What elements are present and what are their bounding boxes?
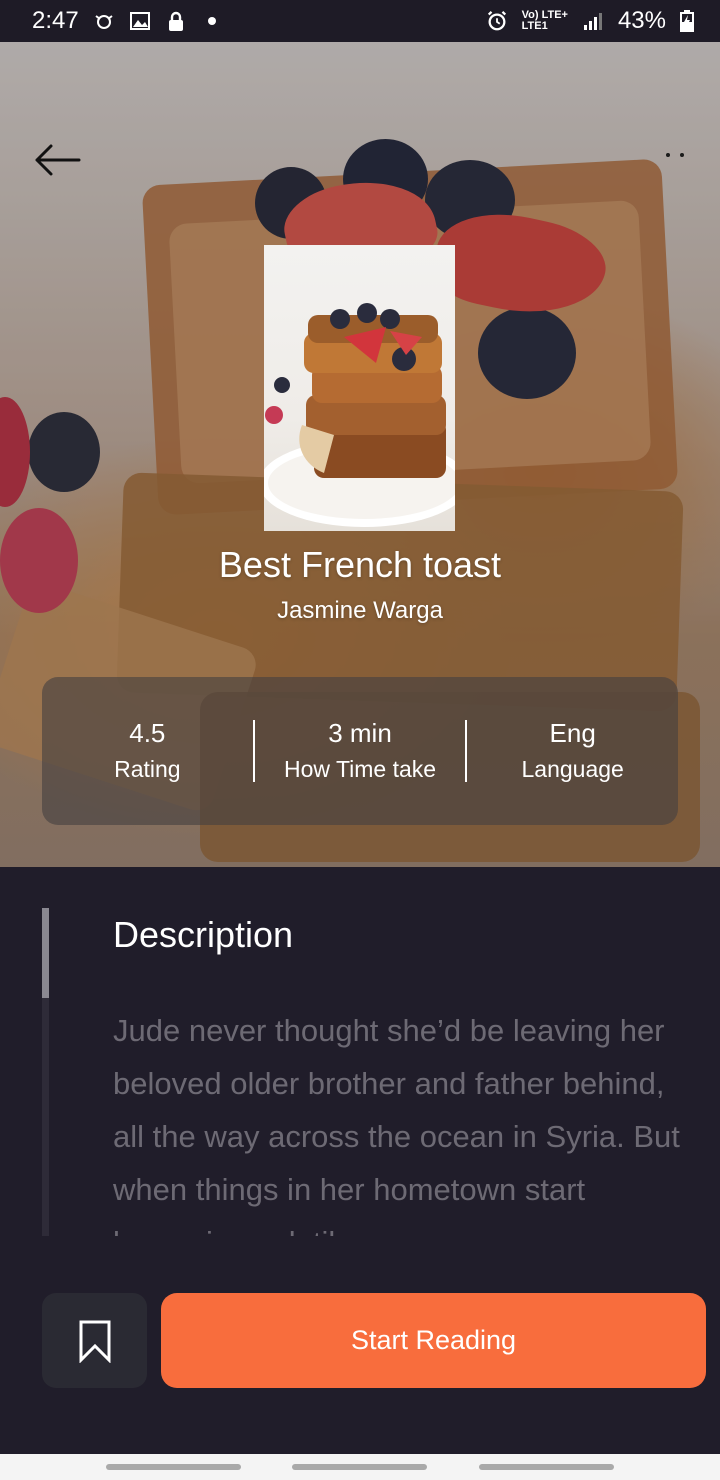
status-time: 2:47 [32,7,79,34]
nav-recent-button[interactable] [105,1464,241,1470]
arrow-left-icon [35,144,81,176]
dot-icon [207,17,216,25]
description-text: Jude never thought she’d be leaving her … [113,1013,680,1236]
description-scroll-area[interactable]: Jude never thought she’d be leaving her … [113,1004,693,1236]
gallery-icon [129,12,150,30]
status-bar: 2:47 Vo) LTE+ LTE1 43% [0,0,720,42]
stat-label: Rating [114,756,181,782]
book-cover-image [264,303,455,527]
network-indicator: Vo) LTE+ LTE1 [522,10,568,32]
battery-icon [680,10,694,32]
bookmark-button[interactable] [42,1293,147,1388]
back-button[interactable] [30,140,84,180]
hero-background: Best French toast Jasmine Warga 4.5 Rati… [0,42,720,867]
description-scrollbar[interactable] [42,908,49,1236]
nav-home-button[interactable] [292,1464,428,1470]
bookmark-icon [79,1320,110,1363]
stat-language: Eng Language [467,717,678,785]
system-nav-bar [0,1454,720,1480]
signal-icon [583,13,602,30]
book-detail-screen: 2:47 Vo) LTE+ LTE1 43% Best French toast… [0,0,720,1480]
stat-value: 4.5 [129,718,166,748]
book-author: Jasmine Warga [277,597,443,624]
description-scroll-thumb[interactable] [42,908,49,998]
stat-label: How Time take [283,756,437,782]
status-bar-left: 2:47 [32,7,223,35]
battery-percent: 43% [617,7,666,34]
notification-icon [95,15,113,29]
description-heading: Description [113,914,294,955]
book-stats-panel: 4.5 Rating 3 min How Time take Eng Langu… [42,677,678,825]
status-bar-right: Vo) LTE+ LTE1 43% [486,7,694,35]
more-options-button[interactable] [660,140,690,170]
stat-rating: 4.5 Rating [42,717,253,785]
more-dots-icon [666,153,670,157]
lock-icon [168,11,183,31]
stat-value: Eng [549,718,596,748]
network-bottom-label: LTE1 [521,20,548,32]
more-dots-icon [680,153,684,157]
nav-back-button[interactable] [479,1464,615,1470]
stat-value: 3 min [328,718,392,748]
stat-label: Language [521,756,624,782]
alarm-icon [487,11,506,31]
stat-duration: 3 min How Time take [255,717,466,785]
start-reading-button[interactable]: Start Reading [161,1293,706,1388]
book-title: Best French toast [218,544,502,585]
book-cover [264,245,455,531]
